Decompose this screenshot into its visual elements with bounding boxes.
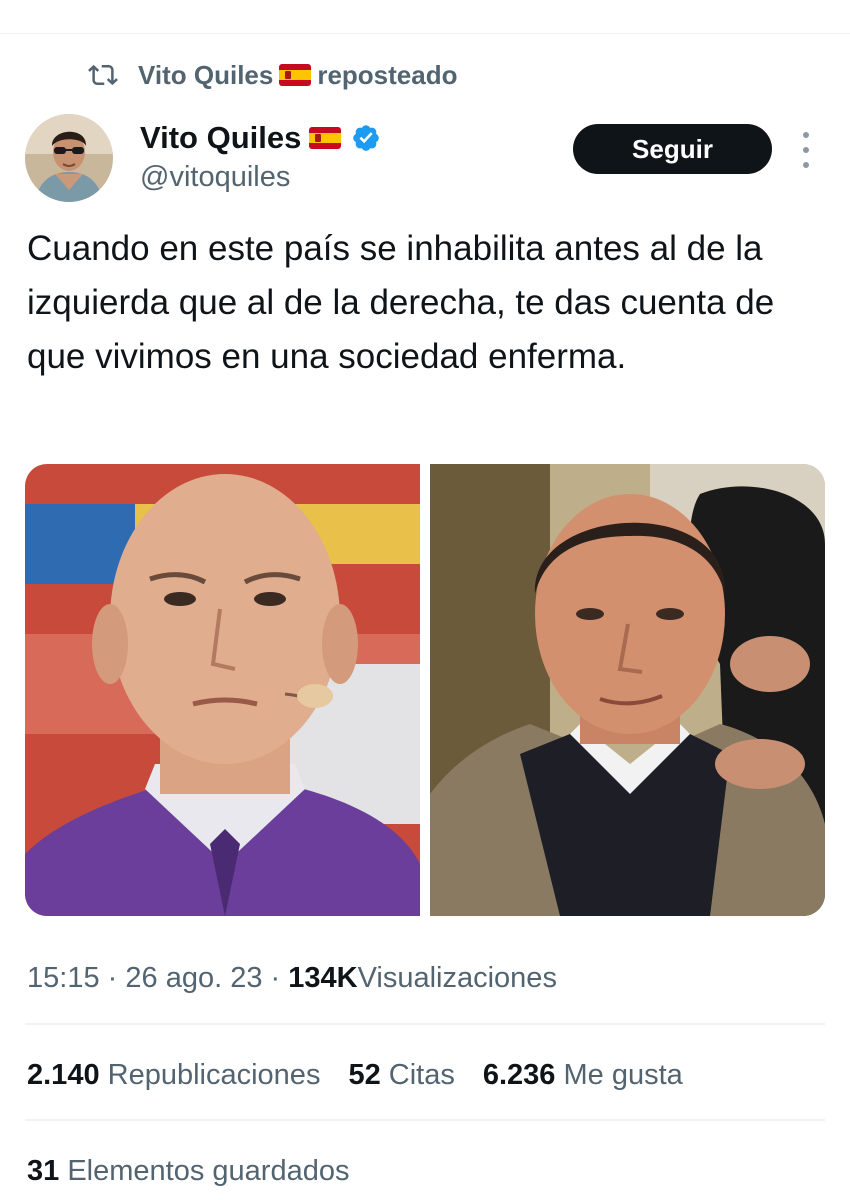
dot [803,147,809,153]
views-count: 134K [288,962,358,994]
media-grid [25,464,825,916]
repost-icon [88,60,118,90]
reposts-stat[interactable]: 2.140 Republicaciones [27,1055,320,1095]
likes-label: Me gusta [563,1059,683,1091]
reposts-label: Republicaciones [107,1059,321,1091]
tweet-text: Cuando en este país se inhabilita antes … [27,229,775,376]
quotes-label: Citas [388,1059,455,1091]
photo-left[interactable] [25,464,420,916]
tweet-date[interactable]: 26 ago. 23 [125,962,262,994]
meta-separator: · [270,962,281,994]
verified-badge-icon[interactable] [351,123,381,153]
engagement-stats: 2.140 Republicaciones 52 Citas 6.236 Me … [27,1055,683,1095]
repost-suffix: reposteado [317,59,458,90]
bookmarks-count: 31 [27,1155,60,1187]
likes-count: 6.236 [482,1059,556,1091]
bookmarks-stat[interactable]: 31 Elementos guardados [27,1151,349,1191]
dot [803,132,809,138]
quotes-stat[interactable]: 52 Citas [348,1055,454,1095]
tweet-time[interactable]: 15:15 [27,962,100,994]
author-name-text[interactable]: Vito Quiles [140,120,301,156]
author-avatar[interactable] [25,114,113,202]
more-options-icon[interactable] [796,132,816,168]
author-display-name[interactable]: Vito Quiles [140,118,381,158]
reposter-name[interactable]: Vito Quiles [138,60,273,91]
author-handle[interactable]: @vitoquiles [140,158,290,196]
tweet-meta: 15:15 · 26 ago. 23 · 134KVisualizaciones [27,958,557,998]
bookmarks-label: Elementos guardados [67,1155,350,1187]
reposts-count: 2.140 [27,1059,100,1091]
views-label: Visualizaciones [357,962,557,994]
divider [25,1023,825,1025]
likes-stat[interactable]: 6.236 Me gusta [483,1055,683,1095]
spain-flag-icon [309,127,342,149]
meta-separator: · [107,962,118,994]
repost-indicator[interactable]: Vito Quiles reposteado [88,58,458,92]
photo-right[interactable] [430,464,825,916]
top-divider [0,33,850,34]
dot [803,162,809,168]
divider [25,1119,825,1121]
spain-flag-icon [279,64,312,86]
follow-button[interactable]: Seguir [573,124,772,174]
quotes-count: 52 [348,1059,381,1091]
